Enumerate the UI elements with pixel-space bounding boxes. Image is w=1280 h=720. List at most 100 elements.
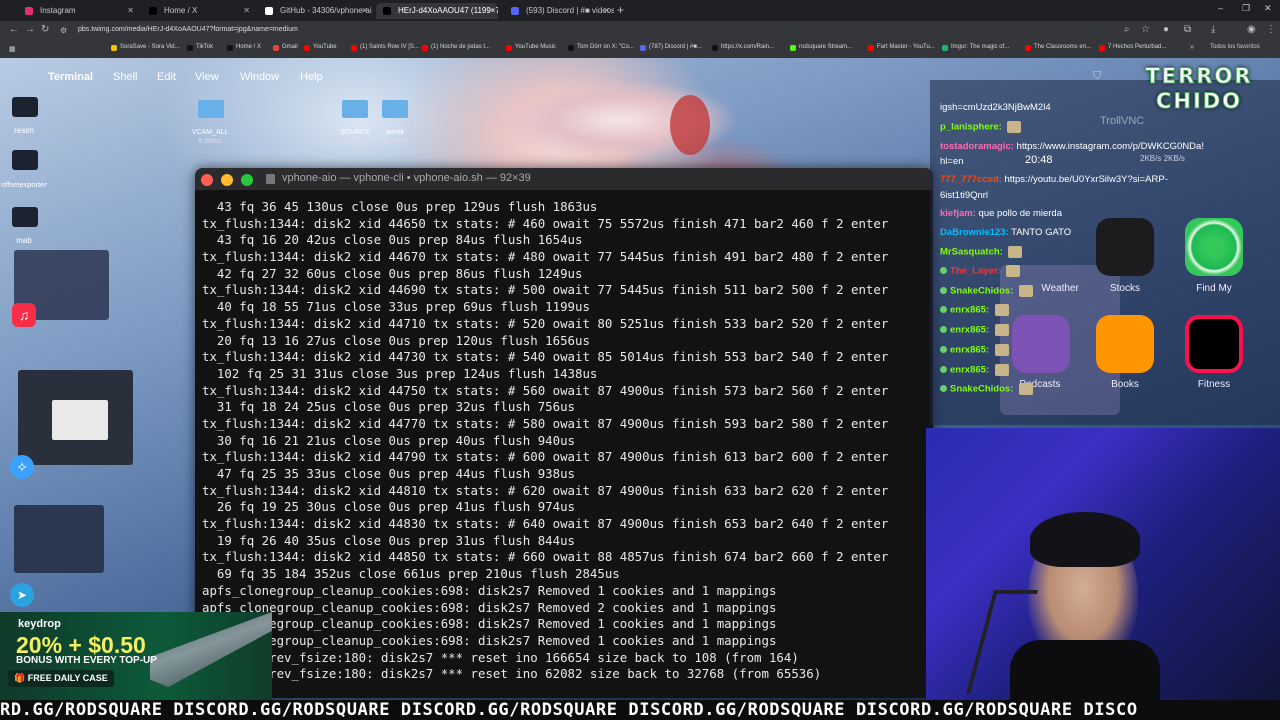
- shield-icon: ⛉: [1093, 70, 1102, 82]
- books-app-icon[interactable]: [1096, 315, 1154, 373]
- bookmark-item[interactable]: Fart Master - YouTu...: [868, 44, 935, 51]
- reload-icon[interactable]: ↻: [41, 24, 49, 35]
- close-tab-icon[interactable]: ✕: [243, 3, 250, 19]
- minimize-window-icon[interactable]: [221, 174, 233, 186]
- badge-icon: [940, 286, 947, 294]
- extension-icon[interactable]: ●: [1163, 24, 1169, 35]
- chat-username[interactable]: p_lanisphere:: [940, 122, 1002, 133]
- extensions-puzzle-icon[interactable]: ⧉: [1184, 24, 1191, 35]
- close-tab-icon[interactable]: ✕: [603, 3, 610, 19]
- desktop-file-icon[interactable]: [12, 150, 38, 170]
- chat-username[interactable]: DaBrownie123:: [940, 227, 1009, 238]
- bookmark-item[interactable]: Gmail: [273, 44, 298, 51]
- close-window-button[interactable]: ✕: [1264, 3, 1272, 14]
- menu-view[interactable]: View: [195, 71, 219, 83]
- streamer-shirt: [1010, 640, 1160, 700]
- app-label: Books: [1111, 379, 1139, 390]
- terminal-line: 26 fq 19 25 30us close 0us prep 41us flu…: [202, 499, 575, 515]
- chat-username[interactable]: SnakeChidos:: [950, 384, 1013, 395]
- back-icon[interactable]: ←: [9, 24, 19, 35]
- chat-username[interactable]: enrx865:: [950, 345, 989, 356]
- folder-icon[interactable]: [382, 100, 408, 118]
- chat-username[interactable]: enrx865:: [950, 365, 989, 376]
- bookmark-item[interactable]: Home / X: [227, 44, 261, 51]
- bookmark-item[interactable]: Tom Dörr on X: "Co...: [568, 44, 634, 51]
- bookmark-item[interactable]: YouTube Music: [506, 44, 556, 51]
- emote-icon: [1019, 285, 1033, 297]
- browser-tab[interactable]: (593) Discord | #■ videos-crea✕: [504, 3, 614, 19]
- music-app-icon[interactable]: ♫: [12, 303, 36, 327]
- menu-terminal[interactable]: Terminal: [48, 71, 93, 83]
- chat-username[interactable]: enrx865:: [950, 305, 989, 316]
- terminal-line: tx_flush:1344: disk2 xid 44710 tx stats:…: [202, 315, 889, 331]
- folder-icon[interactable]: [342, 100, 368, 118]
- site-info-icon[interactable]: ⚙: [60, 26, 67, 35]
- close-tab-icon[interactable]: ✕: [487, 3, 494, 19]
- zoom-icon[interactable]: ⌕: [1124, 24, 1130, 35]
- menu-shell[interactable]: Shell: [113, 71, 137, 83]
- desktop-window-thumbnail[interactable]: [14, 505, 104, 573]
- folder-count: 31 items: [381, 138, 409, 145]
- menu-edit[interactable]: Edit: [157, 71, 176, 83]
- browser-tab[interactable]: HErJ-d4XoAAOU47 (1199×780)✕: [376, 3, 498, 19]
- close-window-icon[interactable]: [201, 174, 213, 186]
- browser-tab[interactable]: Home / X ✕: [142, 3, 254, 19]
- terminal-output[interactable]: 43 fq 36 45 130us close 0us prep 129us f…: [202, 199, 930, 693]
- bookmark-item[interactable]: The Classrooms en...: [1025, 44, 1091, 51]
- bookmark-item[interactable]: 7 Hechos Perturbad...: [1099, 44, 1166, 51]
- safari-icon[interactable]: ✧: [10, 455, 34, 479]
- chat-username[interactable]: tostadoramagic:: [940, 141, 1014, 152]
- bookmark-star-icon[interactable]: ☆: [1141, 24, 1150, 35]
- profile-avatar-icon[interactable]: ◉: [1247, 24, 1256, 35]
- bookmark-item[interactable]: https://x.com/Rain...: [712, 44, 774, 51]
- terminal-line: 69 fq 35 184 352us close 661us prep 210u…: [202, 566, 620, 582]
- browser-tab[interactable]: Instagram ✕: [18, 3, 138, 19]
- apps-grid-icon[interactable]: ▦: [9, 45, 16, 53]
- chat-username[interactable]: 777_777ccxd:: [940, 174, 1002, 185]
- bookmark-item[interactable]: rodsquare Stream...: [790, 44, 852, 51]
- stocks-app-icon[interactable]: [1096, 218, 1154, 276]
- bookmark-favicon-icon: [351, 45, 357, 51]
- overlay-clock: 20:48: [1025, 154, 1053, 166]
- bookmark-item[interactable]: (1) Noche de jodas t...: [422, 44, 490, 51]
- bookmark-item[interactable]: TikTok: [187, 44, 213, 51]
- menu-help[interactable]: Help: [300, 71, 323, 83]
- forward-icon[interactable]: →: [25, 24, 35, 35]
- chat-username[interactable]: enrx865:: [950, 325, 989, 336]
- folder-icon[interactable]: [198, 100, 224, 118]
- close-tab-icon[interactable]: ✕: [361, 3, 368, 19]
- findmy-app-icon[interactable]: [1185, 218, 1243, 276]
- browser-tab[interactable]: GitHub - 34306/vphone-aio: 1✕: [258, 3, 372, 19]
- app-label: Fitness: [1197, 379, 1231, 390]
- bookmark-item[interactable]: (1) Saints Row IV [S...: [351, 44, 419, 51]
- chat-username[interactable]: MrSasquatch:: [940, 247, 1003, 258]
- desktop-file-icon[interactable]: [12, 207, 38, 227]
- desktop-file-icon[interactable]: [12, 97, 38, 117]
- new-tab-button[interactable]: +: [617, 3, 624, 17]
- zoom-window-icon[interactable]: [241, 174, 253, 186]
- bookmark-item[interactable]: YouTube: [304, 44, 337, 51]
- free-daily-case-button[interactable]: 🎁 FREE DAILY CASE: [8, 670, 114, 687]
- bookmark-item[interactable]: Imgur: The magic of...: [942, 44, 1009, 51]
- download-icon[interactable]: ⤓: [1211, 24, 1215, 35]
- url-field[interactable]: pbs.twimg.com/media/HErJ-d4XoAAOU47?form…: [78, 26, 298, 33]
- bookmark-item[interactable]: SoraSave - Sora Vid...: [111, 44, 180, 51]
- terminal-line: tx_flush:1344: disk2 xid 44730 tx stats:…: [202, 349, 889, 365]
- podcasts-app-icon[interactable]: [1012, 315, 1070, 373]
- chat-username[interactable]: kiefjam:: [940, 208, 976, 219]
- bookmark-item[interactable]: (787) Discord | #■...: [640, 44, 702, 51]
- browser-menu-icon[interactable]: ⋮: [1266, 24, 1276, 35]
- fitness-app-icon[interactable]: [1185, 315, 1243, 373]
- chat-username[interactable]: SnakeChidos:: [950, 286, 1013, 297]
- bookmark-favicon-icon: [273, 45, 279, 51]
- maximize-window-button[interactable]: ❐: [1242, 3, 1250, 14]
- all-bookmarks-folder[interactable]: Todos los favoritos: [1210, 44, 1260, 50]
- minimize-window-button[interactable]: –: [1218, 3, 1223, 13]
- chat-message: 6ist1ti9Qnrl: [940, 190, 988, 201]
- chat-username[interactable]: The_Layer:: [950, 266, 1001, 277]
- close-tab-icon[interactable]: ✕: [127, 3, 134, 19]
- streamer-hair: [1030, 512, 1140, 567]
- more-bookmarks-icon[interactable]: »: [1190, 44, 1194, 51]
- menu-window[interactable]: Window: [240, 71, 279, 83]
- telegram-icon[interactable]: ➤: [10, 583, 34, 607]
